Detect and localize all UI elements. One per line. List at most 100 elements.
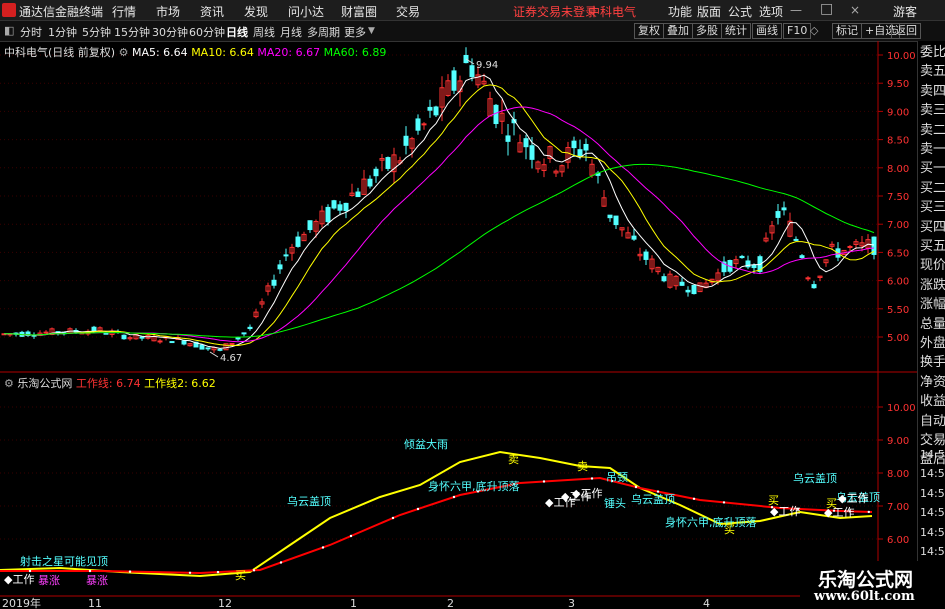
price-tick-label: 5.50	[887, 305, 909, 316]
menu-banmian[interactable]: 版面	[697, 3, 721, 20]
side-panel-label[interactable]: 卖二	[920, 123, 945, 138]
candle-body	[181, 340, 187, 345]
menu-caifuquan[interactable]: 财富圈	[341, 3, 377, 20]
huaxian-button[interactable]: 画线	[752, 23, 782, 39]
candle-body	[271, 279, 277, 286]
side-panel-label[interactable]: 买一	[920, 162, 945, 176]
tongji-button[interactable]: 统计	[721, 23, 751, 39]
settings-icon[interactable]: ⚙	[119, 46, 129, 59]
side-panel-label[interactable]: 涨幅	[920, 298, 945, 312]
side-panel-label[interactable]: 买三	[920, 201, 945, 215]
menu-gongneng[interactable]: 功能	[668, 3, 692, 20]
candle-body	[433, 106, 439, 116]
side-panel-label[interactable]: 涨跌	[920, 278, 945, 293]
indicator-tick-label: 8.00	[887, 469, 909, 480]
f10-button[interactable]: F10	[783, 23, 812, 39]
work-line-dot	[542, 480, 546, 483]
candle-body	[355, 191, 361, 198]
pattern-annotations: 射击之星可能见顶 乌云盖顶 倾盆大雨 身怀六甲,底升顶落 吊颈 锤头 乌云盖顶 …	[20, 437, 880, 587]
period-multi[interactable]: 多周期	[307, 24, 340, 40]
candle-body	[295, 236, 301, 247]
side-panel-label[interactable]: 卖四	[920, 84, 945, 99]
menu-wenxiaoda[interactable]: 问小达	[288, 3, 324, 20]
toggle-icon[interactable]: ◇	[810, 24, 818, 37]
period-60min[interactable]: 60分钟	[189, 24, 225, 40]
menu-xuanxiang[interactable]: 选项	[759, 3, 783, 20]
chart-area[interactable]: 10.00 9.50 9.00 8.50 8.00 7.50 7.00 6.50 6.00 5.5…	[0, 41, 945, 609]
side-panel-label[interactable]: 买四	[920, 220, 945, 235]
side-panel-label[interactable]: 净资	[920, 375, 945, 390]
side-panel-label[interactable]: 卖五	[920, 65, 945, 79]
candle-body	[385, 157, 391, 169]
menu-faxian[interactable]: 发现	[244, 3, 268, 20]
side-panel-label[interactable]: 换手	[920, 356, 945, 370]
time-label: 1	[350, 597, 357, 609]
menu-zixun[interactable]: 资讯	[200, 3, 224, 20]
side-panel-label[interactable]: 总量	[920, 317, 945, 332]
more-dropdown-icon[interactable]: ▼	[368, 26, 375, 36]
candle-body	[661, 276, 667, 282]
period-more[interactable]: 更多	[344, 24, 366, 40]
low-label: 4.67	[220, 353, 242, 364]
work-marker: ◆工作	[838, 492, 868, 505]
period-15min[interactable]: 15分钟	[114, 24, 150, 40]
menu-shichang[interactable]: 市场	[156, 3, 180, 20]
candle-body	[799, 255, 805, 259]
period-monthly[interactable]: 月线	[280, 24, 302, 40]
work-marker: ◆工作	[4, 573, 34, 586]
main-chart-header: 中科电气(日线 前复权) ⚙ MA5: 6.64 MA10: 6.64 MA20…	[4, 44, 386, 60]
side-panel-time: 14:56	[920, 467, 945, 481]
side-panel-label[interactable]: 现价	[920, 259, 945, 273]
ma10-line	[4, 84, 875, 347]
work-line-dot	[722, 501, 726, 504]
side-panel-label[interactable]: 卖一	[920, 143, 945, 157]
candle-body	[337, 204, 343, 211]
work-line-dot	[634, 485, 638, 489]
indicator-settings-icon[interactable]: ⚙	[4, 377, 14, 390]
window-maximize-icon[interactable]: □	[820, 1, 833, 17]
side-panel-time: 14:56	[920, 506, 945, 520]
window-minimize-icon[interactable]: —	[790, 3, 802, 17]
annotation-harami-1: 身怀六甲,底升顶落	[428, 479, 520, 493]
login-warning[interactable]: 证券交易未登录	[513, 3, 597, 20]
side-panel-label[interactable]: 买五	[920, 240, 945, 254]
menu-hangqing[interactable]: 行情	[112, 3, 136, 20]
side-panel-label[interactable]: 收益	[920, 395, 945, 409]
side-panel-label[interactable]: 委比	[920, 46, 945, 60]
candle-body	[607, 214, 613, 219]
price-tick-label: 9.50	[887, 79, 909, 90]
period-daily[interactable]: 日线	[226, 24, 248, 40]
stock-period-label: 中科电气(日线 前复权)	[4, 46, 116, 59]
window-close-icon[interactable]: ×	[850, 3, 860, 17]
period-5min[interactable]: 5分钟	[82, 24, 111, 40]
indicator-header: ⚙ 乐淘公式网 工作线: 6.74 工作线2: 6.62	[4, 375, 216, 391]
stock-name-title: 中科电气	[588, 5, 637, 19]
period-1min[interactable]: 1分钟	[48, 24, 77, 40]
biaoji-button[interactable]: 标记	[832, 23, 862, 39]
side-panel-label[interactable]: 交易	[920, 434, 945, 448]
diejia-button[interactable]: 叠加	[663, 23, 693, 39]
time-label: 11	[88, 597, 102, 609]
menu-jiaoyi[interactable]: 交易	[396, 3, 420, 20]
back-button[interactable]: 返回	[891, 23, 921, 39]
side-panel-label[interactable]: 外盘	[920, 337, 945, 351]
menu-bar: 通达信金融终端 行情 市场 资讯 发现 问小达 财富圈 交易 证券交易未登录 中…	[0, 0, 945, 21]
period-30min[interactable]: 30分钟	[152, 24, 188, 40]
duogu-button[interactable]: 多股	[692, 23, 722, 39]
period-weekly[interactable]: 周线	[253, 24, 275, 40]
period-fenshi[interactable]: 分时	[20, 24, 42, 40]
side-panel-label[interactable]: 卖三	[920, 104, 945, 118]
work-line-dot	[216, 570, 220, 574]
toolbar-collapse-icon[interactable]: ◧	[4, 24, 14, 37]
price-tick-label: 8.50	[887, 136, 909, 147]
side-panel-label[interactable]: 买二	[920, 181, 945, 196]
candle-body	[139, 336, 145, 339]
candle-body	[751, 264, 757, 269]
candle-body	[685, 289, 691, 293]
work-line-dot	[128, 570, 132, 573]
fuquan-button[interactable]: 复权	[634, 23, 664, 39]
menu-gongshi[interactable]: 公式	[728, 3, 752, 20]
candle-body	[805, 277, 811, 280]
user-guest[interactable]: 游客	[893, 3, 917, 20]
side-panel-label[interactable]: 自动	[920, 414, 945, 429]
